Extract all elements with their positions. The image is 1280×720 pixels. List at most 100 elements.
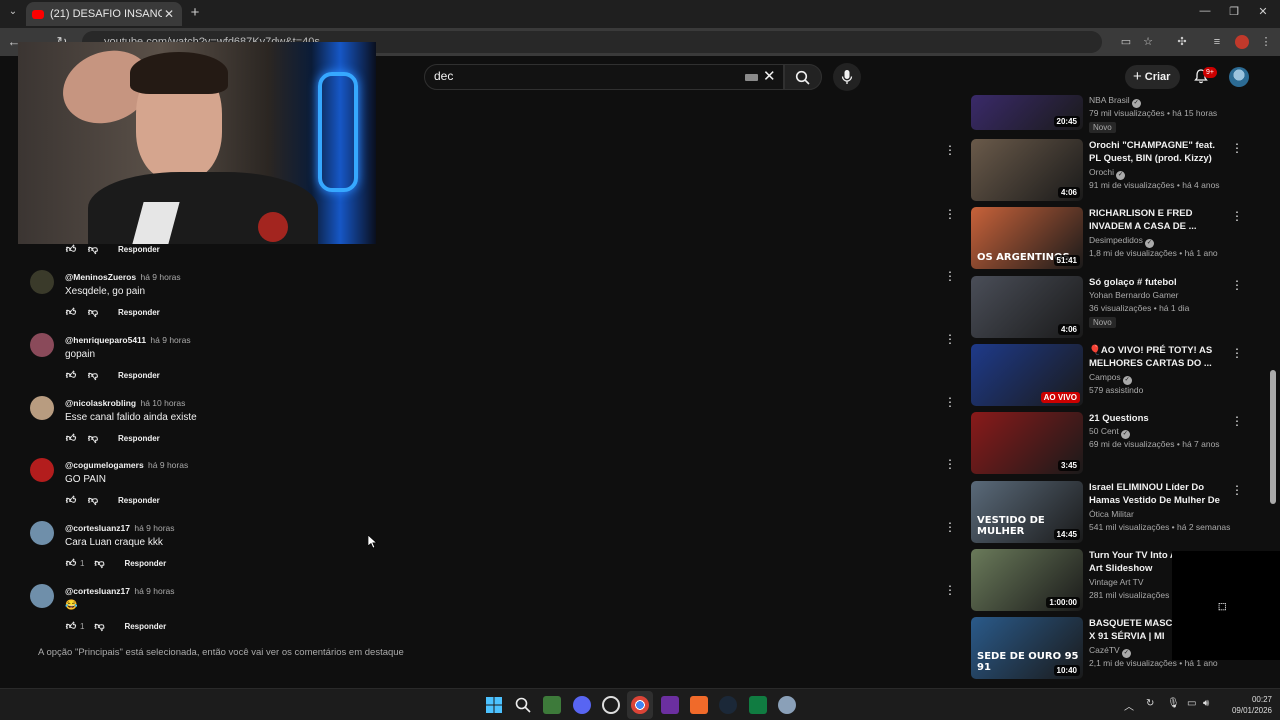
steam-icon[interactable] <box>719 696 737 714</box>
comment-menu-icon[interactable]: ⋮ <box>944 583 956 597</box>
video-title[interactable]: Israel ELIMINOU Líder Do Hamas Vestido D… <box>1089 481 1224 507</box>
comment-author[interactable]: @cortesluanz17 <box>65 523 130 533</box>
comment-menu-icon[interactable]: ⋮ <box>944 457 956 471</box>
game-app-icon[interactable] <box>543 696 561 714</box>
video-title[interactable]: Só golaço # futebol <box>1089 276 1224 289</box>
bookmark-star-icon[interactable]: ☆ <box>1141 35 1155 49</box>
video-thumbnail[interactable]: SEDE DE OURO 95 91 10:40 <box>971 617 1083 679</box>
dislike-icon[interactable]: 👎︎ <box>92 619 106 633</box>
recommended-video[interactable]: 4:06 Orochi "CHAMPAGNE" feat. PL Quest, … <box>971 139 1251 203</box>
reply-button[interactable]: Responder <box>124 559 166 568</box>
new-tab-icon[interactable]: + <box>188 5 202 21</box>
video-title[interactable]: Orochi "CHAMPAGNE" feat. PL Quest, BIN (… <box>1089 139 1224 165</box>
video-menu-icon[interactable]: ⋮ <box>1231 346 1243 360</box>
tray-sync-icon[interactable]: ↻ <box>1146 698 1154 709</box>
comment-menu-icon[interactable]: ⋮ <box>944 332 956 346</box>
browser-tab[interactable]: (21) DESAFIO INSANO DE CONS ✕ <box>26 2 182 26</box>
comment-time[interactable]: há 10 horas <box>140 398 185 408</box>
reply-button[interactable]: Responder <box>118 245 160 254</box>
avatar[interactable] <box>30 396 54 420</box>
channel-name[interactable]: Desimpedidos ✓ <box>1089 235 1154 248</box>
dislike-icon[interactable]: 👎︎ <box>86 431 100 445</box>
settings-gear-icon[interactable] <box>778 696 796 714</box>
video-menu-icon[interactable]: ⋮ <box>1231 278 1243 292</box>
video-title[interactable]: 21 Questions <box>1089 412 1224 425</box>
like-icon[interactable]: 👍︎ <box>64 619 78 633</box>
profile-icon[interactable] <box>1235 35 1249 49</box>
dislike-icon[interactable]: 👎︎ <box>92 556 106 570</box>
comment-menu-icon[interactable]: ⋮ <box>944 269 956 283</box>
like-icon[interactable]: 👍︎ <box>64 242 78 256</box>
reply-button[interactable]: Responder <box>118 496 160 505</box>
comment-menu-icon[interactable]: ⋮ <box>944 520 956 534</box>
channel-name[interactable]: 50 Cent ✓ <box>1089 426 1130 439</box>
nzxt-icon[interactable] <box>661 696 679 714</box>
search-box[interactable]: dec ✕ <box>424 64 784 90</box>
dislike-icon[interactable]: 👎︎ <box>86 493 100 507</box>
comment-menu-icon[interactable]: ⋮ <box>944 395 956 409</box>
clear-search-icon[interactable]: ✕ <box>763 68 776 86</box>
minimize-icon[interactable]: — <box>1198 5 1212 19</box>
video-title[interactable]: RICHARLISON E FRED INVADEM A CASA DE ... <box>1089 207 1224 233</box>
tray-speaker-icon[interactable]: 🔊︎ <box>1203 698 1209 709</box>
recommended-video[interactable]: AO VIVO 🎈AO VIVO! PRÉ TOTY! AS MELHORES … <box>971 344 1251 408</box>
avatar[interactable] <box>30 521 54 545</box>
video-thumbnail[interactable]: AO VIVO <box>971 344 1083 406</box>
extensions-icon[interactable]: ✣ <box>1175 35 1189 49</box>
channel-name[interactable]: NBA Brasil ✓ <box>1089 95 1141 108</box>
tab-search-icon[interactable]: ⌄ <box>5 6 21 22</box>
comment-time[interactable]: há 9 horas <box>134 586 174 596</box>
video-menu-icon[interactable]: ⋮ <box>1231 209 1243 223</box>
comment-author[interactable]: @henriqueparo5411 <box>65 335 146 345</box>
recommended-video[interactable]: VESTIDO DE MULHER 14:45 Israel ELIMINOU … <box>971 481 1251 545</box>
channel-name[interactable]: Vintage Art TV <box>1089 577 1144 587</box>
channel-name[interactable]: Campos ✓ <box>1089 372 1132 385</box>
comment-menu-icon[interactable]: ⋮ <box>944 143 956 157</box>
keyboard-icon[interactable] <box>745 74 758 81</box>
reply-button[interactable]: Responder <box>118 308 160 317</box>
reply-button[interactable]: Responder <box>124 622 166 631</box>
like-icon[interactable]: 👍︎ <box>64 305 78 319</box>
video-menu-icon[interactable]: ⋮ <box>1231 483 1243 497</box>
reply-button[interactable]: Responder <box>118 434 160 443</box>
taskbar-clock[interactable]: 00:27 09/01/2026 <box>1222 694 1272 716</box>
video-menu-icon[interactable]: ⋮ <box>1231 414 1243 428</box>
like-icon[interactable]: 👍︎ <box>64 556 78 570</box>
tray-chevron-icon[interactable]: ︿ <box>1124 698 1134 713</box>
video-thumbnail[interactable]: 1:00:00 <box>971 549 1083 611</box>
comment-time[interactable]: há 9 horas <box>140 272 180 282</box>
taskbar-search-icon[interactable] <box>514 696 532 714</box>
recommended-video[interactable]: 3:45 21 Questions 50 Cent ✓ 69 mi de visu… <box>971 412 1251 476</box>
comment-author[interactable]: @MeninosZueros <box>65 272 136 282</box>
search-input[interactable]: dec <box>434 69 453 83</box>
video-thumbnail[interactable]: VESTIDO DE MULHER 14:45 <box>971 481 1083 543</box>
avatar[interactable] <box>30 584 54 608</box>
comment-author[interactable]: @cogumelogamers <box>65 460 144 470</box>
like-icon[interactable]: 👍︎ <box>64 368 78 382</box>
tab-close-icon[interactable]: ✕ <box>162 7 176 21</box>
avatar[interactable] <box>30 270 54 294</box>
dislike-icon[interactable]: 👎︎ <box>86 305 100 319</box>
search-button[interactable] <box>784 64 822 90</box>
recommended-video[interactable]: OS ARGENTINOS 51:41 RICHARLISON E FRED I… <box>971 207 1251 271</box>
avatar[interactable] <box>30 458 54 482</box>
comment-menu-icon[interactable]: ⋮ <box>944 207 956 221</box>
cast-icon[interactable]: ▭ <box>1119 35 1133 49</box>
recommended-video[interactable]: 4:06 Só golaço # futebol Yohan Bernardo … <box>971 276 1251 340</box>
discord-icon[interactable] <box>573 696 591 714</box>
comment-time[interactable]: há 9 horas <box>148 460 188 470</box>
dislike-icon[interactable]: 👎︎ <box>86 242 100 256</box>
recommended-video[interactable]: 20:45 NBA Brasil ✓ 79 mil visualizações •… <box>971 68 1251 133</box>
video-thumbnail[interactable]: 20:45 <box>971 95 1083 130</box>
comment-author[interactable]: @cortesluanz17 <box>65 586 130 596</box>
avatar[interactable] <box>30 333 54 357</box>
video-title[interactable]: 🎈AO VIVO! PRÉ TOTY! AS MELHORES CARTAS D… <box>1089 344 1224 370</box>
dislike-icon[interactable]: 👎︎ <box>86 368 100 382</box>
excel-icon[interactable] <box>749 696 767 714</box>
channel-name[interactable]: Orochi ✓ <box>1089 167 1126 180</box>
close-window-icon[interactable]: ✕ <box>1256 5 1270 19</box>
comment-author[interactable]: @nicolaskrobling <box>65 398 136 408</box>
comment-time[interactable]: há 9 horas <box>150 335 190 345</box>
video-thumbnail[interactable]: 4:06 <box>971 139 1083 201</box>
sidebar-scrollbar[interactable] <box>1270 370 1276 504</box>
